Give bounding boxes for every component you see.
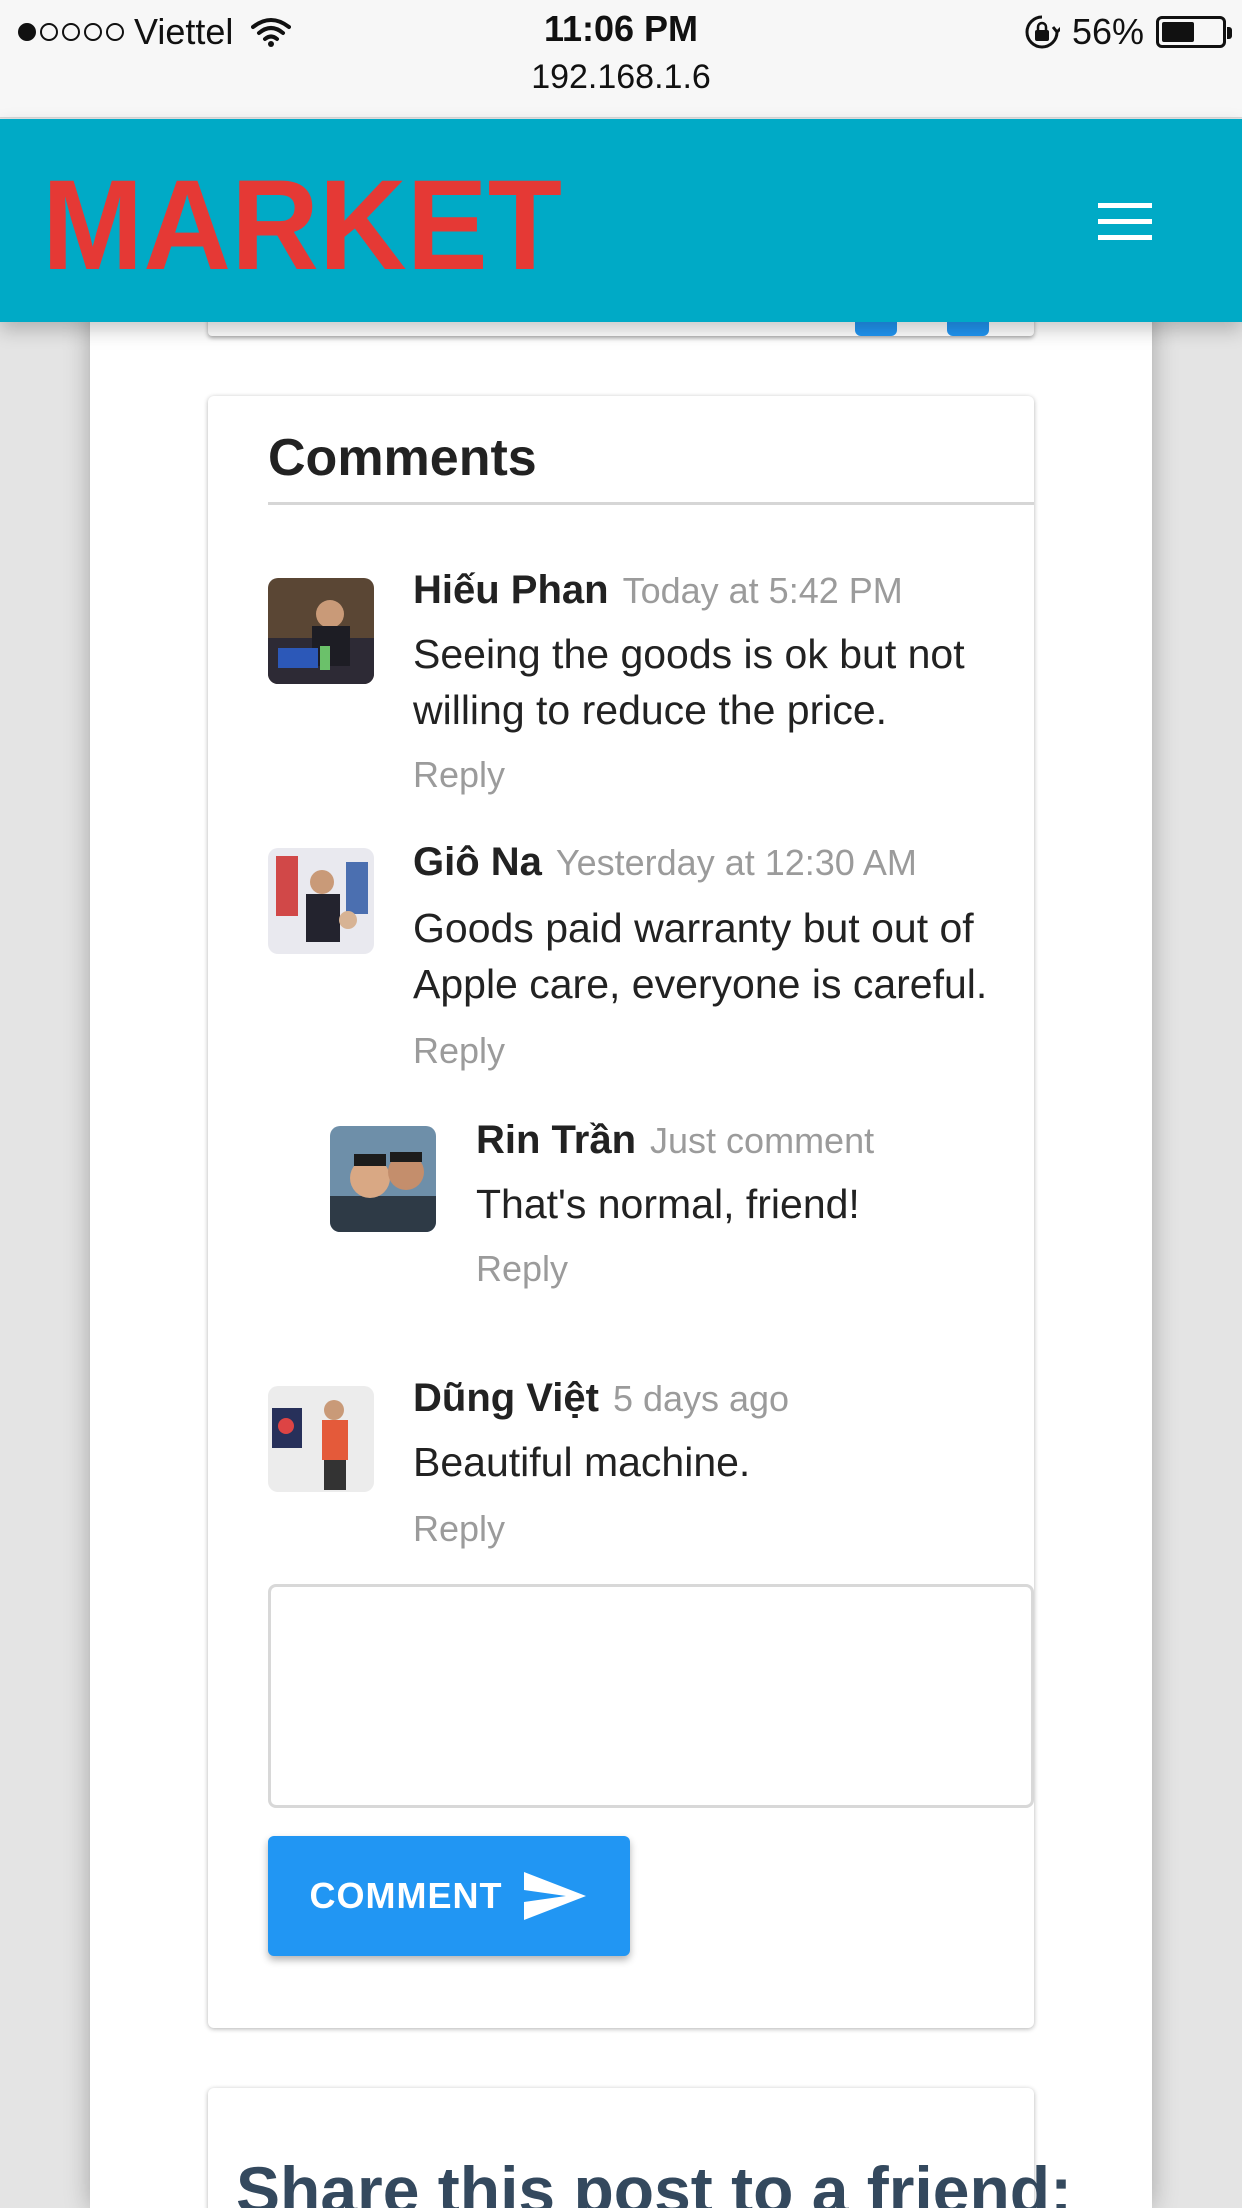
comment-time: Just comment [650,1120,875,1161]
logo-text: MARKET [42,169,562,279]
previous-card-tabs [855,322,1029,336]
rotation-lock-icon [1025,15,1060,49]
address-url[interactable]: 192.168.1.6 [0,58,1242,97]
comment-text: That's normal, friend! [476,1181,860,1227]
reply-link[interactable]: Reply [476,1248,568,1290]
avatar[interactable] [268,1386,374,1492]
comment-submit-button[interactable]: COMMENT [268,1836,630,1956]
comment-author[interactable]: Dũng Việt [413,1376,599,1420]
site-header: MARKET [0,119,1242,322]
comments-title: Comments [268,429,537,487]
battery-icon [1156,16,1232,48]
status-bar: Viettel 11:06 PM 192.168.1.6 56% [0,0,1242,118]
comment-time: Yesterday at 12:30 AM [555,842,917,883]
comment-text: Beautiful machine. [413,1439,751,1485]
market-logo[interactable]: MARKET [42,169,562,279]
comments-card: Comments Hiếu Phan Today at 5:42 PM Seein… [208,396,1034,2028]
battery-percent: 56% [1071,11,1144,52]
reply-link[interactable]: Reply [413,754,505,796]
comment-author[interactable]: Hiếu Phan [413,568,609,612]
reply-link[interactable]: Reply [413,1508,505,1550]
reply-link[interactable]: Reply [413,1030,505,1072]
share-title: Share this post to a friend: [236,2153,1073,2208]
comment-text: Goods paid warranty but out of Apple car… [413,905,988,1007]
avatar[interactable] [268,578,374,684]
battery-info: 56% [1024,10,1232,54]
share-card: Share this post to a friend: [208,2088,1072,2208]
send-icon [524,1872,587,1920]
comment-text: Seeing the goods is ok but not willing t… [413,631,965,733]
comment-time: Today at 5:42 PM [622,570,903,611]
avatar[interactable] [268,848,374,954]
comment-button-label: COMMENT [309,1875,503,1916]
comment-time: 5 days ago [612,1378,790,1419]
divider [268,502,1034,505]
comment-input[interactable] [268,1584,1034,1808]
comment-author[interactable]: Rin Trần [476,1118,636,1162]
comment-author[interactable]: Giô Na [413,840,542,884]
avatar[interactable] [330,1126,436,1232]
hamburger-menu-icon[interactable] [1090,197,1160,247]
